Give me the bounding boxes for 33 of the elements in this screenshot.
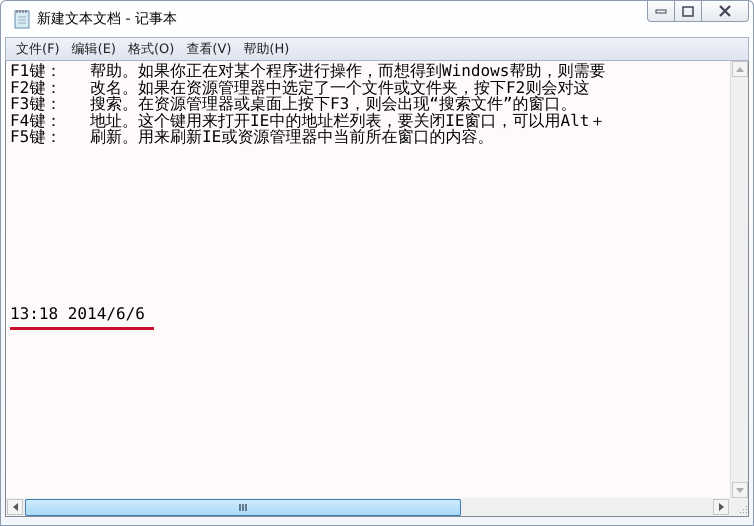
- key-label: F4键：: [10, 112, 62, 129]
- notepad-icon: [13, 9, 31, 29]
- maximize-icon: [682, 6, 694, 16]
- maximize-button[interactable]: [674, 0, 702, 22]
- minimize-icon: [655, 8, 667, 14]
- line-text: 地址。这个键用来打开IE中的地址栏列表，要关闭IE窗口，可以用Alt＋: [90, 112, 606, 129]
- key-label: F5键：: [10, 129, 62, 146]
- scroll-right-button[interactable]: [713, 499, 729, 515]
- minimize-button[interactable]: [647, 0, 675, 22]
- key-label: F2键：: [10, 80, 62, 96]
- grip-icon: [239, 504, 247, 510]
- line-text: 搜索。在资源管理器或桌面上按下F3，则会出现“搜索文件”的窗口。: [90, 96, 577, 112]
- left-arrow-icon: [12, 503, 18, 511]
- scroll-left-button[interactable]: [7, 499, 23, 515]
- key-label: F1键：: [10, 63, 62, 80]
- close-button[interactable]: [701, 0, 749, 22]
- size-grip[interactable]: [730, 498, 748, 516]
- line-text: 改名。如果在资源管理器中选定了一个文件或文件夹，按下F2则会对这: [90, 80, 590, 96]
- up-arrow-icon: [736, 66, 744, 72]
- scrollbar-thumb[interactable]: [25, 498, 461, 516]
- menu-item[interactable]: 查看(V): [180, 40, 238, 58]
- menu-item[interactable]: 帮助(H): [237, 40, 296, 58]
- down-arrow-icon: [736, 488, 744, 492]
- timestamp-text: 13:18 2014/6/6: [10, 306, 145, 324]
- menu-item[interactable]: 格式(O): [122, 40, 180, 58]
- key-label: F3键：: [10, 96, 62, 112]
- line-text: 刷新。用来刷新IE或资源管理器中当前所在窗口的内容。: [90, 129, 494, 146]
- close-icon: [718, 5, 732, 17]
- menu-item[interactable]: 文件(F): [10, 40, 66, 58]
- window-title: 新建文本文档 - 记事本: [37, 10, 177, 28]
- line-text: 帮助。如果你正在对某个程序进行操作，而想得到Windows帮助，则需要: [90, 63, 606, 80]
- menu-item[interactable]: 编辑(E): [66, 40, 122, 58]
- right-arrow-icon: [718, 503, 724, 511]
